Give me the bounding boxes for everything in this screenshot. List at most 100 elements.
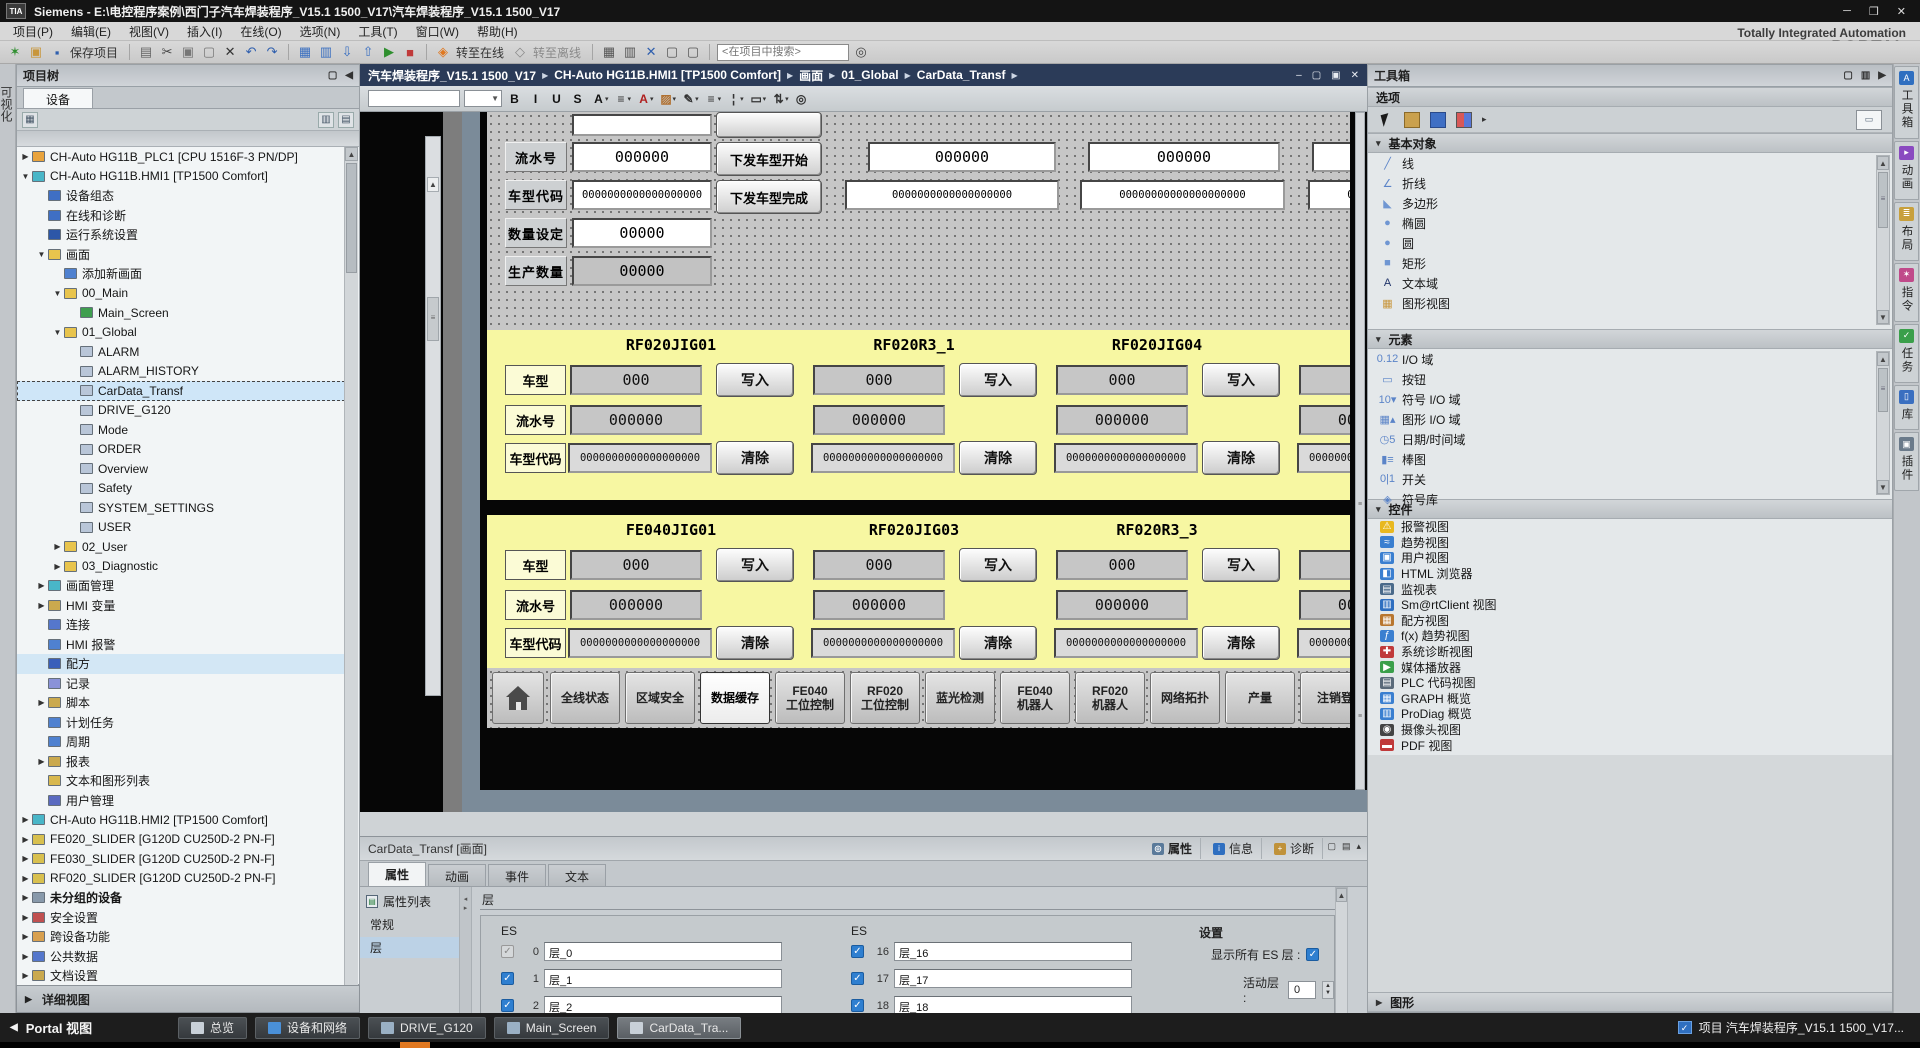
- toolbox-item[interactable]: ▬ PDF 视图: [1368, 737, 1892, 753]
- format-icon[interactable]: B: [506, 90, 523, 108]
- clipped-io-field[interactable]: [572, 114, 712, 136]
- open-editor-button[interactable]: 设备和网络: [255, 1017, 360, 1039]
- inspector-scrollbar[interactable]: ▲: [1335, 887, 1348, 1014]
- tree-row[interactable]: ▶ 报表: [17, 752, 345, 772]
- dock-icon[interactable]: ▥: [1861, 70, 1870, 81]
- toolbox-item[interactable]: ◧ HTML 浏览器: [1368, 566, 1892, 582]
- task-card-tab[interactable]: ✶ 指令: [1894, 263, 1919, 322]
- tree-row[interactable]: 配方: [17, 654, 345, 674]
- screen-canvas[interactable]: ▲ ≡ ≡≡ 流水号 000000 车型代码 000000000: [360, 112, 1367, 812]
- cartype-field[interactable]: 0: [1299, 550, 1350, 580]
- send-cartype-button[interactable]: 下发车型完成: [716, 180, 822, 214]
- expand-arrow-icon[interactable]: ▶: [35, 698, 48, 707]
- tree-row[interactable]: 用户管理: [17, 791, 345, 811]
- expand-arrow-icon[interactable]: ▼: [35, 250, 48, 259]
- visualization-vertical-tab[interactable]: 可视化: [0, 86, 15, 122]
- layer-checkbox[interactable]: ✓: [851, 972, 864, 985]
- layer-checkbox[interactable]: ✓: [851, 945, 864, 958]
- layer-name-input[interactable]: 层_16: [894, 942, 1132, 961]
- tree-row[interactable]: ▶ 未分组的设备: [17, 888, 345, 908]
- screen-nav-button[interactable]: 区域安全: [625, 672, 695, 724]
- tree-scrollbar[interactable]: ▲: [344, 147, 358, 985]
- expand-arrow-icon[interactable]: ▶: [19, 835, 32, 844]
- tree-row[interactable]: Overview: [17, 459, 345, 479]
- tree-row[interactable]: 设备组态: [17, 186, 345, 206]
- dock-icon[interactable]: ▤: [1342, 841, 1351, 852]
- property-list-header[interactable]: ▤ 属性列表: [360, 891, 459, 912]
- expand-arrow-icon[interactable]: ▶: [35, 601, 48, 610]
- toolbox-item[interactable]: ▣ 用户视图: [1368, 550, 1892, 566]
- open-editor-button[interactable]: Main_Screen: [494, 1017, 610, 1039]
- toolbox-item[interactable]: ▦ 图形视图: [1368, 293, 1892, 313]
- layer-checkbox[interactable]: ✓: [851, 999, 864, 1012]
- toolbar-icon[interactable]: ▥: [317, 43, 335, 61]
- tree-row[interactable]: CarData_Transf: [17, 381, 345, 401]
- tree-row[interactable]: 记录: [17, 674, 345, 694]
- layer-checkbox[interactable]: ✓: [501, 972, 514, 985]
- menu-item[interactable]: 编辑(E): [62, 22, 120, 41]
- format-dropdown-icon[interactable]: ▾: [605, 95, 609, 103]
- expand-arrow-icon[interactable]: ▼: [19, 172, 32, 181]
- menu-item[interactable]: 帮助(H): [468, 22, 527, 41]
- close-icon[interactable]: ✕: [1897, 5, 1906, 18]
- expand-arrow-icon[interactable]: ▶: [19, 854, 32, 863]
- tree-row[interactable]: DRIVE_G120: [17, 401, 345, 421]
- toolbox-item[interactable]: ∠ 折线: [1368, 173, 1892, 193]
- tree-row[interactable]: ▶ 03_Diagnostic: [17, 557, 345, 577]
- code-field[interactable]: 0000000000000000000: [1297, 443, 1350, 473]
- cartype-field[interactable]: 0: [1299, 365, 1350, 395]
- form-io-field[interactable]: 00000: [572, 256, 712, 286]
- grid-view-icon[interactable]: ▥: [318, 112, 334, 128]
- toolbar-icon[interactable]: ▢: [684, 43, 702, 61]
- toolbox-item[interactable]: ◈ 符号库: [1368, 489, 1892, 509]
- format-dropdown-icon[interactable]: ▾: [718, 95, 722, 103]
- inspector-right-tab[interactable]: + 诊断: [1266, 838, 1323, 859]
- canvas-right-scrollbar[interactable]: ≡≡: [1355, 112, 1365, 790]
- list-scrollbar[interactable]: ▲ ≡ ▼: [1876, 155, 1890, 325]
- tree-row[interactable]: Mode: [17, 420, 345, 440]
- portal-view-button[interactable]: ◀ Portal 视图: [10, 1018, 170, 1037]
- editor-close-icon[interactable]: ✕: [1351, 70, 1359, 81]
- toolbar-icon[interactable]: ▢: [200, 43, 218, 61]
- tree-row[interactable]: Main_Screen: [17, 303, 345, 323]
- open-editor-button[interactable]: CarData_Tra...: [617, 1017, 741, 1039]
- scrollbar-thumb[interactable]: ≡: [1878, 368, 1888, 412]
- go-offline-icon[interactable]: ◇: [511, 43, 529, 61]
- tree-row[interactable]: 在线和诊断: [17, 206, 345, 226]
- menu-item[interactable]: 选项(N): [291, 22, 350, 41]
- toolbar-icon[interactable]: ⇧: [359, 43, 377, 61]
- collapse-icon[interactable]: ▶: [1878, 70, 1886, 81]
- float-icon[interactable]: ▢: [1843, 70, 1852, 81]
- task-card-tab[interactable]: ▸ 动画: [1894, 141, 1919, 200]
- tree-row[interactable]: 运行系统设置: [17, 225, 345, 245]
- expand-arrow-icon[interactable]: ▶: [19, 893, 32, 902]
- tree-row[interactable]: ▶ FE030_SLIDER [G120D CU250D-2 PN-F]: [17, 849, 345, 869]
- toolbar-icon[interactable]: ▣: [27, 43, 45, 61]
- expand-arrow-icon[interactable]: ▶: [19, 971, 32, 980]
- tree-row[interactable]: ▼ 画面: [17, 245, 345, 265]
- send-cartype-button[interactable]: 下发车型开始: [716, 142, 822, 176]
- toolbox-item[interactable]: ▤ 监视表: [1368, 581, 1892, 597]
- serial-field[interactable]: 000000: [1299, 405, 1350, 435]
- toolbox-item[interactable]: ▭ 按钮: [1368, 369, 1892, 389]
- toolbox-item[interactable]: ▥ Sm@rtClient 视图: [1368, 597, 1892, 613]
- color-palette-icon[interactable]: [1456, 112, 1472, 128]
- expand-arrow-icon[interactable]: ▶: [19, 874, 32, 883]
- toolbar-icon[interactable]: ✕: [221, 43, 239, 61]
- inspector-nav-item[interactable]: 层: [360, 937, 459, 958]
- tree-row[interactable]: ▼ 01_Global: [17, 323, 345, 343]
- cartype-code-io-field[interactable]: 00000000000000000000: [1308, 180, 1350, 210]
- form-io-field[interactable]: 000000: [572, 142, 712, 172]
- layer-checkbox[interactable]: ✓: [501, 999, 514, 1012]
- go-online-button[interactable]: 转至在线: [456, 44, 504, 61]
- menu-item[interactable]: 在线(O): [231, 22, 290, 41]
- layer-checkbox[interactable]: ✓: [501, 945, 514, 958]
- save-project-button[interactable]: 保存项目: [70, 44, 118, 61]
- inspector-tab[interactable]: 事件: [488, 864, 546, 886]
- inspector-right-tab[interactable]: ◎ 属性: [1144, 838, 1201, 859]
- tree-row[interactable]: USER: [17, 518, 345, 538]
- format-dropdown-icon[interactable]: ▾: [650, 95, 654, 103]
- list-scrollbar[interactable]: ▲ ≡ ▼: [1876, 351, 1890, 495]
- more-options-icon[interactable]: ▸: [1482, 114, 1487, 125]
- serial-field[interactable]: 000000: [1299, 590, 1350, 620]
